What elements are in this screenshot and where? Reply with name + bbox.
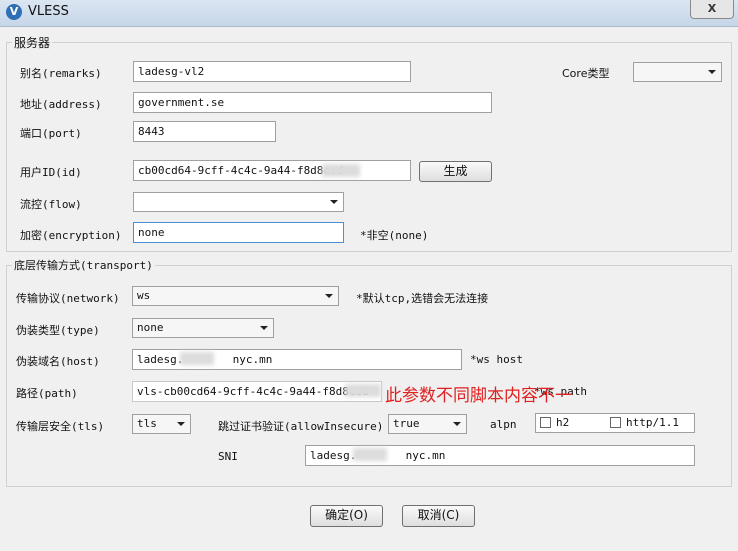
sni-value-left: ladesg.	[310, 449, 357, 462]
type-select[interactable]: none	[132, 318, 274, 338]
path-label: 路径(path)	[16, 387, 78, 400]
address-label: 地址(address)	[20, 98, 102, 111]
remarks-label: 别名(remarks)	[20, 67, 102, 80]
chevron-down-icon	[177, 422, 185, 426]
core-type-label: Core类型	[562, 67, 610, 80]
remarks-input[interactable]: ladesg-vl2	[133, 61, 411, 82]
tls-label: 传输层安全(tls)	[16, 420, 105, 433]
generate-button[interactable]: 生成	[419, 161, 492, 182]
chevron-down-icon	[453, 422, 461, 426]
cancel-button[interactable]: 取消(C)	[402, 505, 475, 527]
id-label: 用户ID(id)	[20, 166, 82, 179]
sni-label: SNI	[218, 450, 238, 463]
network-select[interactable]: ws	[132, 286, 339, 306]
chevron-down-icon	[325, 294, 333, 298]
path-annotation: 此参数不同脚本内容不一	[385, 386, 572, 406]
host-value-right: nyc.mn	[232, 353, 273, 366]
ok-button[interactable]: 确定(O)	[310, 505, 383, 527]
alpn-label: alpn	[490, 418, 517, 431]
alpn-http11-label: http/1.1	[626, 416, 679, 429]
redacted-sni	[353, 448, 387, 461]
core-type-select[interactable]	[633, 62, 722, 82]
app-icon: V	[6, 4, 22, 20]
chevron-down-icon	[260, 326, 268, 330]
address-input[interactable]: government.se	[133, 92, 492, 113]
id-input[interactable]: cb00cd64-9cff-4c4c-9a44-f8d8ccd	[133, 160, 411, 181]
network-label: 传输协议(network)	[16, 292, 120, 305]
host-hint: *ws host	[470, 353, 523, 366]
host-label: 伪装域名(host)	[16, 355, 100, 368]
server-group-title: 服务器	[12, 34, 53, 51]
chevron-down-icon	[708, 70, 716, 74]
host-value-left: ladesg.	[137, 353, 184, 366]
alpn-http11-checkbox[interactable]	[610, 417, 621, 428]
path-value: vls-cb00cd64-9cff-4c4c-9a44-f8d8ccd	[137, 385, 369, 398]
allow-insecure-value: true	[393, 417, 420, 430]
allow-insecure-label: 跳过证书验证(allowInsecure)	[218, 420, 384, 433]
encryption-label: 加密(encryption)	[20, 229, 122, 242]
alpn-h2-checkbox[interactable]	[540, 417, 551, 428]
window-title: VLESS	[28, 4, 69, 19]
flow-label: 流控(flow)	[20, 198, 82, 211]
tls-select[interactable]: tls	[132, 414, 191, 434]
port-input[interactable]: 8443	[133, 121, 276, 142]
redacted-path	[345, 384, 381, 397]
tls-value: tls	[137, 417, 157, 430]
chevron-down-icon	[330, 200, 338, 204]
type-label: 伪装类型(type)	[16, 324, 100, 337]
allow-insecure-select[interactable]: true	[388, 414, 467, 434]
alpn-h2-label: h2	[556, 416, 570, 429]
encryption-input[interactable]: none	[133, 222, 344, 243]
network-value: ws	[137, 289, 151, 302]
encryption-hint: *非空(none)	[360, 229, 429, 242]
network-hint: *默认tcp,选错会无法连接	[356, 292, 489, 305]
type-value: none	[137, 321, 164, 334]
id-value: cb00cd64-9cff-4c4c-9a44-f8d8ccd	[138, 164, 344, 177]
close-button[interactable]: X	[690, 0, 734, 19]
flow-select[interactable]	[133, 192, 344, 212]
title-bar	[0, 0, 738, 27]
port-label: 端口(port)	[20, 127, 82, 140]
redacted-id	[322, 164, 360, 177]
redacted-host	[180, 352, 214, 365]
transport-group-title: 底层传输方式(transport)	[12, 257, 155, 273]
sni-value-right: nyc.mn	[405, 449, 446, 462]
